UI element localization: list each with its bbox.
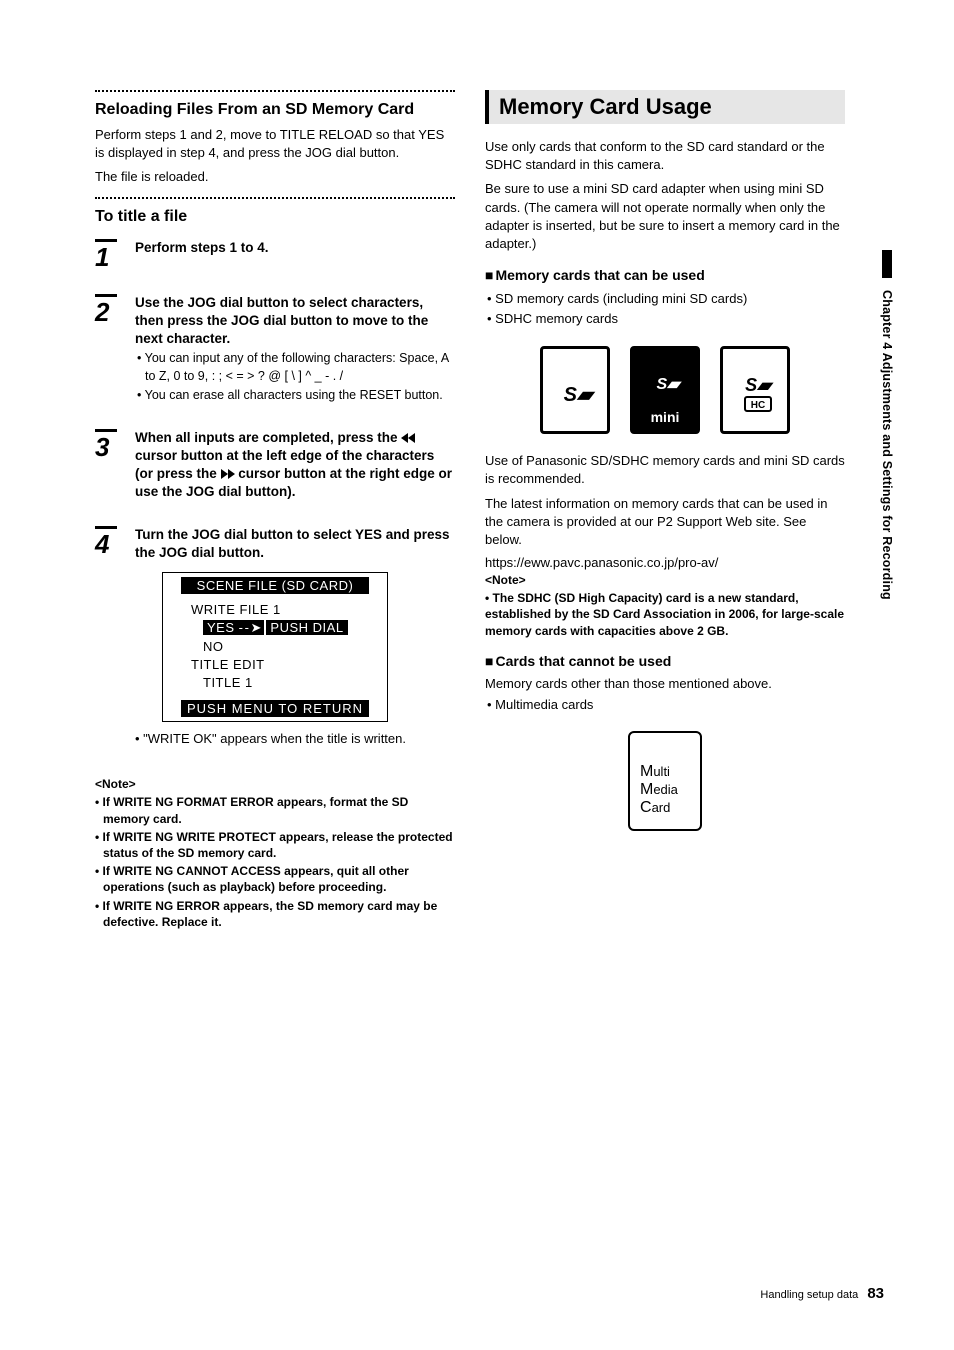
step-3: 3 When all inputs are completed, press t… <box>95 429 455 502</box>
note-heading: <Note> <box>95 776 455 792</box>
mmc-l1-rest: ulti <box>653 764 670 779</box>
dotted-rule <box>95 197 455 199</box>
after-menu-note: • "WRITE OK" appears when the title is w… <box>95 730 455 748</box>
right-p1: Use only cards that conform to the SD ca… <box>485 138 845 174</box>
step-number: 3 <box>95 434 135 460</box>
right-p5: Memory cards other than those mentioned … <box>485 675 845 693</box>
mmc-text: Multi Media Card <box>640 763 678 818</box>
menu-yes: YES <box>207 620 235 635</box>
para-reload-1: Perform steps 1 and 2, move to TITLE REL… <box>95 126 455 162</box>
support-url: https://eww.pavc.panasonic.co.jp/pro-av/ <box>485 555 845 570</box>
step-2-bullet-2: • You can erase all characters using the… <box>135 387 455 405</box>
right-p3: Use of Panasonic SD/SDHC memory cards an… <box>485 452 845 488</box>
svg-text:S▰: S▰ <box>564 384 596 406</box>
svg-text:HC: HC <box>751 400 765 411</box>
section-title: Memory Card Usage <box>499 94 835 120</box>
bullet-mmc: • Multimedia cards <box>485 695 845 715</box>
menu-row-no: NO <box>203 639 387 654</box>
menu-row-write: WRITE FILE 1 <box>191 602 387 617</box>
sd-card-icon: S▰ <box>540 346 610 434</box>
mini-sd-card-icon: S▰ mini <box>630 346 700 434</box>
tab-marker <box>882 250 892 278</box>
dotted-rule <box>95 90 455 92</box>
right-note-head: <Note> <box>485 572 845 588</box>
multimedia-card-icon: Multi Media Card <box>628 731 702 831</box>
tab-label: Chapter 4 Adjustments and Settings for R… <box>880 290 894 600</box>
step-4-lead: Turn the JOG dial button to select YES a… <box>135 526 455 562</box>
menu-arrow: - - ➤ <box>239 620 261 635</box>
step-3-lead: When all inputs are completed, press the… <box>135 429 455 502</box>
page-footer: Handling setup data 83 <box>760 1285 884 1302</box>
note-3: • If WRITE NG CANNOT ACCESS appears, qui… <box>95 863 455 895</box>
right-p2: Be sure to use a mini SD card adapter wh… <box>485 180 845 253</box>
step-4: 4 Turn the JOG dial button to select YES… <box>95 526 455 562</box>
fast-forward-icon <box>221 469 235 479</box>
menu-bottom: PUSH MENU TO RETURN <box>181 700 369 717</box>
heading-to-title: To title a file <box>95 207 455 227</box>
chapter-side-tab: Chapter 4 Adjustments and Settings for R… <box>872 250 892 655</box>
osd-menu-screenshot: SCENE FILE (SD CARD) WRITE FILE 1 YES - … <box>162 572 388 722</box>
heading-reloading: Reloading Files From an SD Memory Card <box>95 100 455 120</box>
menu-row-title-edit: TITLE EDIT <box>191 657 387 672</box>
mmc-l3-rest: ard <box>652 800 671 815</box>
sdhc-card-icon: S▰ HC <box>720 346 790 434</box>
step-2-bullet-1: • You can input any of the following cha… <box>135 350 455 385</box>
note-2: • If WRITE NG WRITE PROTECT appears, rel… <box>95 829 455 861</box>
menu-title: SCENE FILE (SD CARD) <box>181 577 369 594</box>
menu-row-yes: YES - - ➤ PUSH DIAL <box>203 620 348 636</box>
page-number: 83 <box>867 1285 884 1302</box>
bullet-sd: • SD memory cards (including mini SD car… <box>485 289 845 309</box>
menu-row-title1: TITLE 1 <box>203 675 387 690</box>
heading-cards-used: Memory cards that can be used <box>485 267 845 283</box>
left-notes: <Note> • If WRITE NG FORMAT ERROR appear… <box>95 776 455 930</box>
step-3-text-a: When all inputs are completed, press the <box>135 430 401 445</box>
mmc-l2-rest: edia <box>653 782 678 797</box>
step-number: 1 <box>95 244 135 270</box>
para-reload-2: The file is reloaded. <box>95 168 455 186</box>
card-illustrations: S▰ S▰ mini S▰ HC <box>485 346 845 434</box>
left-column: Reloading Files From an SD Memory Card P… <box>95 90 455 930</box>
svg-text:S▰: S▰ <box>657 376 683 393</box>
right-p4: The latest information on memory cards t… <box>485 495 845 550</box>
note-4: • If WRITE NG ERROR appears, the SD memo… <box>95 898 455 930</box>
right-column: Memory Card Usage Use only cards that co… <box>485 90 845 930</box>
bullet-sdhc: • SDHC memory cards <box>485 309 845 329</box>
step-2-lead: Use the JOG dial button to select charac… <box>135 294 455 349</box>
right-note-1: • The SDHC (SD High Capacity) card is a … <box>485 590 845 639</box>
mini-label: mini <box>651 409 680 425</box>
step-1: 1 Perform steps 1 to 4. <box>95 239 455 270</box>
rewind-icon <box>401 433 415 443</box>
step-number: 2 <box>95 299 135 325</box>
step-number: 4 <box>95 531 135 557</box>
heading-cards-not-used: Cards that cannot be used <box>485 653 845 669</box>
footer-label: Handling setup data <box>760 1289 858 1301</box>
section-title-box: Memory Card Usage <box>485 90 845 124</box>
menu-push-dial: PUSH DIAL <box>266 620 347 635</box>
svg-text:S▰: S▰ <box>745 375 774 395</box>
step-1-text: Perform steps 1 to 4. <box>135 239 455 257</box>
step-2: 2 Use the JOG dial button to select char… <box>95 294 455 405</box>
note-1: • If WRITE NG FORMAT ERROR appears, form… <box>95 794 455 826</box>
